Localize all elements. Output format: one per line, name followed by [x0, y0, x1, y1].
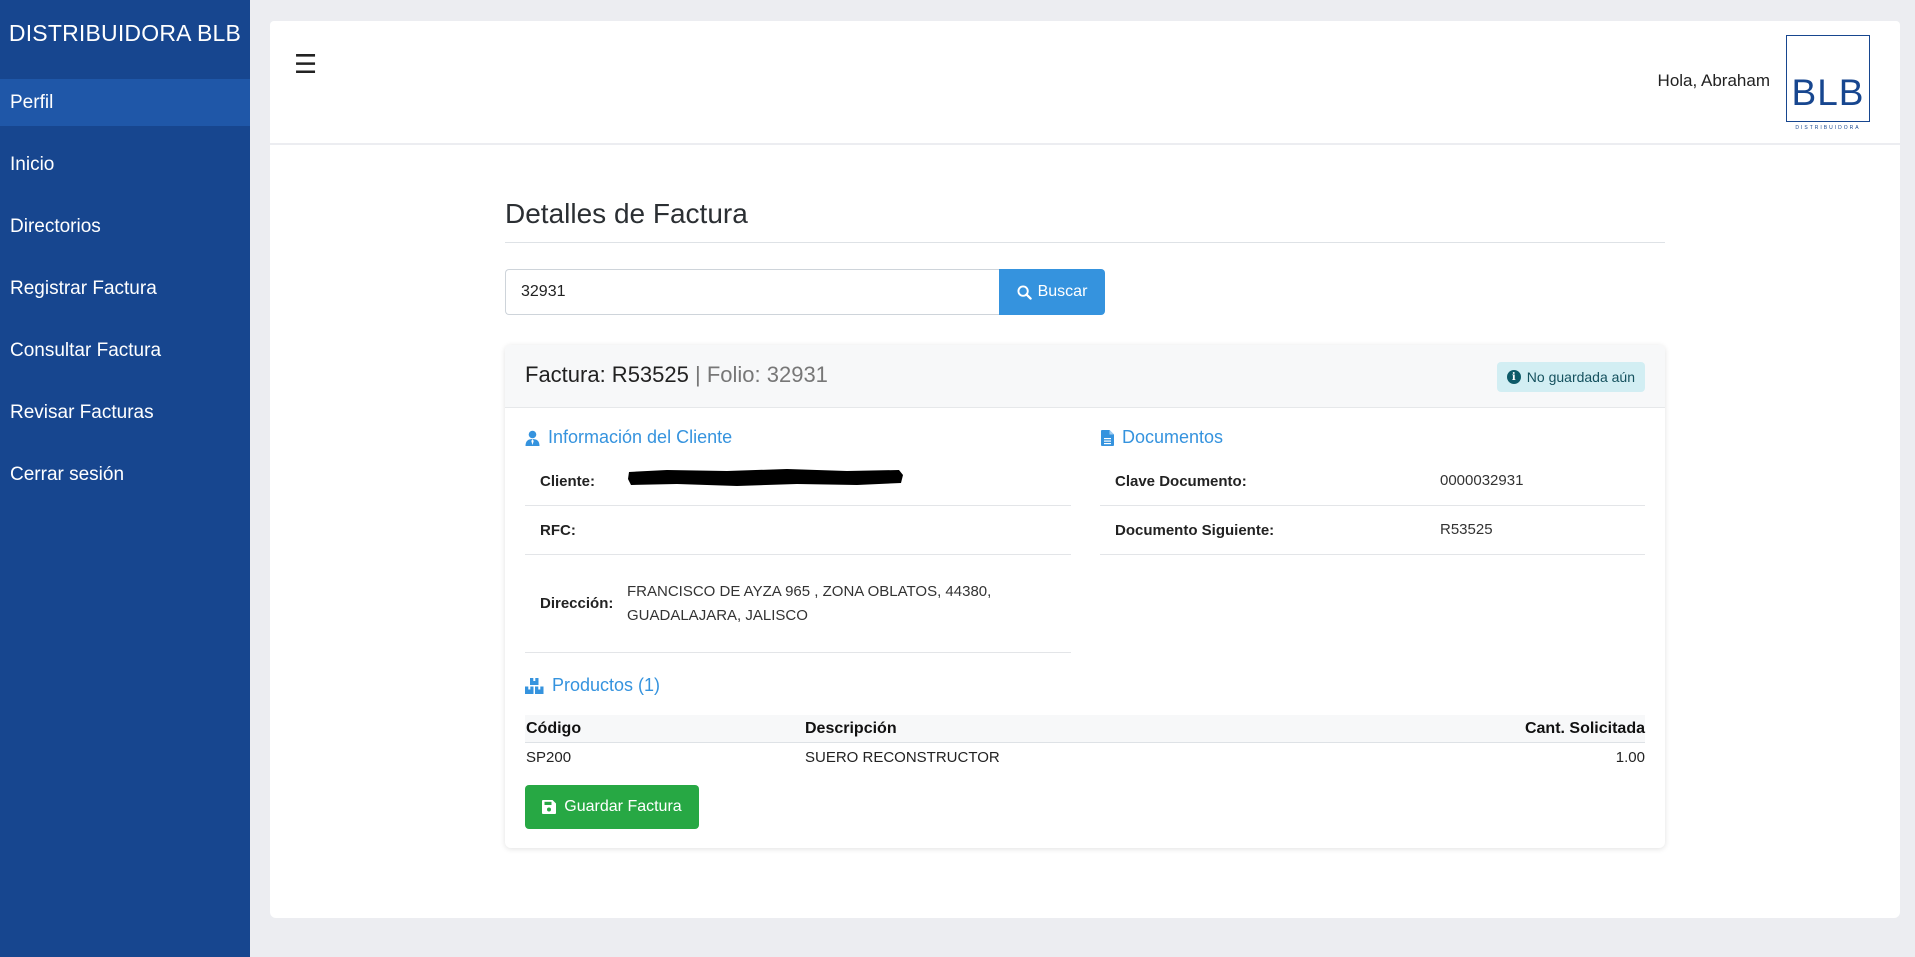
invoice-card: Factura: R53525 | Folio: 32931 i No guar…: [505, 345, 1665, 848]
user-greeting: Hola, Abraham: [1657, 71, 1770, 90]
info-icon: i: [1506, 370, 1521, 384]
products-table-header: Código Descripción Cant. Solicitada: [525, 715, 1645, 743]
logo-text: BLB: [1791, 72, 1865, 113]
client-key: Cliente:: [540, 472, 596, 490]
column-header-descripcion: Descripción: [805, 719, 897, 737]
documents-table: Clave Documento: 0000032931 Documento Si…: [1100, 457, 1645, 555]
address-key: Dirección:: [540, 595, 614, 612]
invoice-folio: Folio: 32931: [706, 362, 828, 387]
search-icon: [1017, 284, 1032, 300]
boxes-icon: [525, 677, 544, 694]
column-header-cantidad: Cant. Solicitada: [1524, 719, 1645, 737]
sidebar-item-directorios[interactable]: Directorios: [0, 203, 250, 250]
clave-documento-row: Clave Documento: 0000032931: [1100, 457, 1645, 506]
brand-title: DISTRIBUIDORA BLB: [8, 19, 242, 46]
save-icon: [542, 800, 557, 814]
cell-cantidad: 1.00: [1615, 748, 1645, 766]
page-title: Detalles de Factura: [505, 198, 748, 229]
documento-siguiente-row: Documento Siguiente: R53525: [1100, 506, 1645, 555]
client-section-title: Información del Cliente: [525, 427, 732, 448]
client-section-label: Información del Cliente: [548, 427, 733, 447]
menu-toggle-icon[interactable]: ☰: [294, 51, 317, 77]
status-text: No guardada aún: [1526, 369, 1635, 385]
rfc-key: RFC:: [540, 521, 576, 539]
search-button[interactable]: Buscar: [999, 269, 1105, 315]
sidebar-item-consultar-factura[interactable]: Consultar Factura: [0, 327, 250, 374]
clave-documento-key: Clave Documento:: [1115, 472, 1247, 490]
invoice-number: Factura: R53525: [525, 362, 689, 387]
sidebar-item-cerrar-sesion[interactable]: Cerrar sesión: [0, 451, 250, 498]
clave-documento-value: 0000032931: [1440, 472, 1524, 489]
sidebar-item-registrar-factura[interactable]: Registrar Factura: [0, 265, 250, 312]
address-row: Dirección: FRANCISCO DE AYZA 965 , ZONA …: [525, 555, 1071, 653]
redaction-mark: [628, 469, 903, 486]
save-invoice-button[interactable]: Guardar Factura: [525, 785, 699, 829]
client-info-table: Cliente: RFC: Dirección: FRANCISCO DE AY…: [525, 457, 1071, 653]
sidebar-item-revisar-facturas[interactable]: Revisar Facturas: [0, 389, 250, 436]
sidebar: DISTRIBUIDORA BLB Perfil Inicio Director…: [0, 0, 250, 957]
sidebar-item-perfil[interactable]: Perfil: [0, 79, 250, 126]
products-section-label: Productos (1): [552, 675, 661, 695]
sidebar-nav: Perfil Inicio Directorios Registrar Fact…: [0, 79, 250, 498]
invoice-title: Factura: R53525 | Folio: 32931: [525, 362, 828, 388]
documento-siguiente-key: Documento Siguiente:: [1115, 521, 1275, 539]
rfc-row: RFC:: [525, 506, 1071, 555]
documents-section-label: Documentos: [1122, 427, 1224, 447]
company-logo: BLB DISTRIBUIDORA: [1786, 35, 1870, 131]
title-divider: [505, 242, 1665, 243]
main-content: Detalles de Factura Buscar Factura: R535…: [270, 145, 1900, 918]
invoice-header: Factura: R53525 | Folio: 32931 i No guar…: [505, 345, 1665, 408]
sidebar-item-inicio[interactable]: Inicio: [0, 141, 250, 188]
title-separator: |: [688, 362, 707, 387]
status-badge: i No guardada aún: [1496, 362, 1645, 392]
cell-codigo: SP200: [526, 748, 572, 766]
client-value-redacted: [627, 466, 907, 496]
document-icon: [1101, 429, 1114, 446]
search-button-label: Buscar: [1037, 283, 1088, 300]
documents-section-title: Documentos: [1101, 427, 1223, 448]
user-icon: [525, 430, 540, 446]
save-button-label: Guardar Factura: [564, 798, 682, 815]
table-row: SP200 SUERO RECONSTRUCTOR 1.00: [525, 743, 1645, 771]
cell-descripcion: SUERO RECONSTRUCTOR: [805, 748, 1000, 766]
address-value: FRANCISCO DE AYZA 965 , ZONA OBLATOS, 44…: [627, 582, 992, 624]
logo-subtext: DISTRIBUIDORA: [1795, 125, 1861, 131]
top-header: ☰ Hola, Abraham BLB DISTRIBUIDORA: [270, 21, 1900, 143]
client-row: Cliente:: [525, 457, 1071, 506]
column-header-codigo: Código: [526, 719, 582, 737]
products-section-title: Productos (1): [525, 675, 660, 696]
products-table: Código Descripción Cant. Solicitada SP20…: [525, 715, 1645, 771]
documento-siguiente-value: R53525: [1440, 521, 1493, 538]
search-input[interactable]: [505, 269, 1000, 315]
